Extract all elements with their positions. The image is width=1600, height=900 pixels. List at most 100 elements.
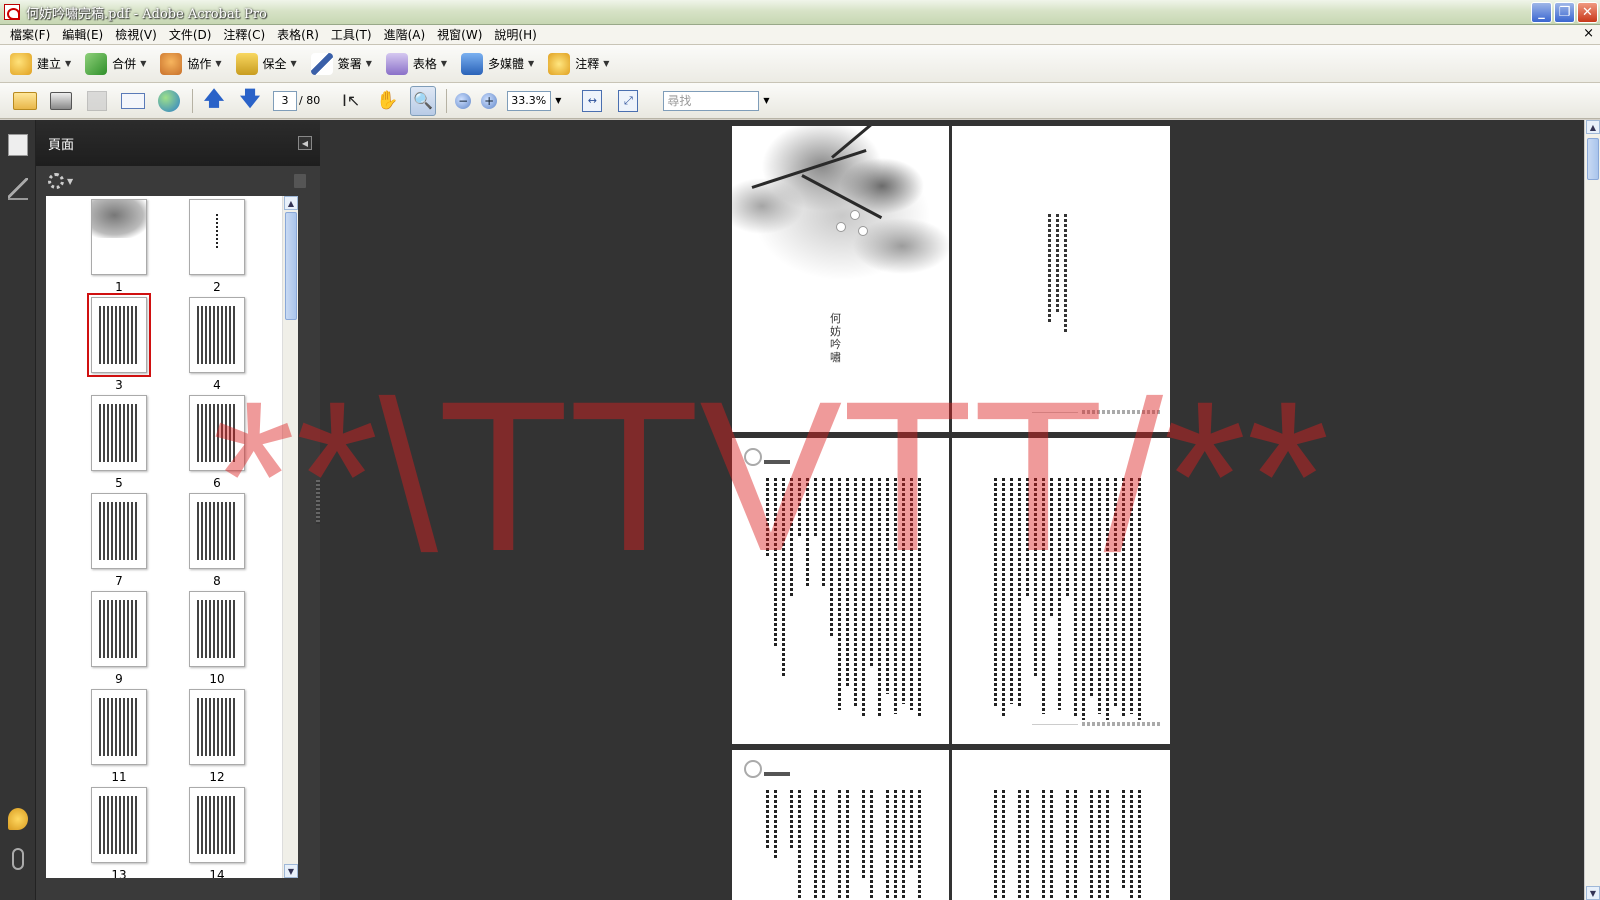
navigation-toolbar: 🡅 🡇 3 / 80 I↖ ✋ 🔍 − + 33.3% ▼ ↔ ⤢ 尋找 ▼ [0, 83, 1600, 119]
document-view[interactable]: 何妨吟嘯 [320, 120, 1584, 900]
dropdown-arrow-icon: ▼ [440, 59, 448, 68]
text-column [806, 478, 809, 588]
select-tool-button[interactable]: I↖ [338, 88, 364, 114]
zoom-in-button[interactable]: + [481, 92, 498, 109]
page-thumbnail[interactable]: 8 [168, 493, 266, 591]
menu-forms[interactable]: 表格(R) [271, 26, 325, 43]
comment-button[interactable]: 注釋 ▼ [548, 52, 609, 75]
text-column [1106, 790, 1109, 900]
combine-icon [85, 52, 108, 75]
minimize-button[interactable]: _ [1531, 2, 1552, 23]
zoom-level-input[interactable]: 33.3% [507, 90, 552, 111]
menu-bar: 檔案(F) 編輯(E) 檢視(V) 文件(D) 注釋(C) 表格(R) 工具(T… [0, 25, 1600, 45]
pages-panel: 頁面 ◀ ▼ 1 2 3 4 5 6 7 8 9 10 11 12 13 14 … [36, 120, 320, 900]
zoom-dropdown-icon[interactable]: ▼ [555, 96, 561, 105]
collaborate-button[interactable]: 協作 ▼ [160, 52, 222, 75]
upload-button[interactable] [156, 88, 182, 114]
pages-icon[interactable] [8, 134, 28, 156]
search-dropdown-icon[interactable]: ▼ [763, 96, 769, 105]
create-button[interactable]: 建立 ▼ [10, 52, 71, 75]
page-thumbnail[interactable]: 12 [168, 689, 266, 787]
page-thumbnail[interactable]: 6 [168, 395, 266, 493]
menu-advanced[interactable]: 進階(A) [378, 26, 432, 43]
scroll-up-icon[interactable]: ▲ [1586, 120, 1600, 134]
combine-button[interactable]: 合併 ▼ [85, 52, 146, 75]
page-thumbnail[interactable]: 11 [70, 689, 168, 787]
page-number-input[interactable]: 3 [273, 90, 297, 111]
previous-page-button[interactable]: 🡅 [201, 86, 227, 114]
menu-comments[interactable]: 注釋(C) [217, 26, 271, 43]
page-thumbnail[interactable]: 9 [70, 591, 168, 689]
book-title: 何妨吟嘯 [830, 312, 841, 364]
thumbnail-label: 1 [115, 280, 123, 294]
text-column [798, 790, 801, 900]
text-column [918, 790, 921, 900]
gear-icon[interactable] [48, 173, 64, 189]
scroll-down-icon[interactable]: ▼ [284, 864, 298, 878]
menu-document[interactable]: 文件(D) [163, 26, 218, 43]
scroll-up-icon[interactable]: ▲ [284, 196, 298, 210]
sign-button[interactable]: 簽署 ▼ [310, 52, 372, 75]
menu-tools[interactable]: 工具(T) [325, 26, 378, 43]
thumbnail-scrollbar[interactable]: ▲ ▼ [282, 196, 298, 878]
save-button[interactable] [84, 88, 110, 114]
fit-page-button[interactable]: ⤢ [615, 88, 641, 114]
pdf-page-text [732, 750, 949, 900]
thumbnail-label: 4 [213, 378, 221, 392]
zoom-out-button[interactable]: − [455, 92, 472, 109]
comments-icon[interactable] [8, 808, 28, 830]
secure-button[interactable]: 保全 ▼ [235, 52, 297, 75]
open-button[interactable] [12, 88, 38, 114]
pdf-page-cover: 何妨吟嘯 [732, 126, 949, 432]
text-column [854, 478, 857, 708]
fit-width-button[interactable]: ↔ [579, 88, 605, 114]
signatures-icon[interactable] [8, 178, 28, 200]
page-thumbnail[interactable]: 1 [70, 199, 168, 297]
thumbnail-label: 9 [115, 672, 123, 686]
page-thumbnail[interactable]: 13 [70, 787, 168, 878]
page-thumbnail[interactable]: 2 [168, 199, 266, 297]
thumbnail-image [91, 199, 147, 275]
trash-icon[interactable] [294, 174, 306, 188]
page-thumbnail[interactable]: 4 [168, 297, 266, 395]
print-button[interactable] [48, 88, 74, 114]
text-column [1122, 478, 1125, 718]
menu-file[interactable]: 檔案(F) [4, 26, 56, 43]
document-close-button[interactable]: × [1583, 26, 1594, 41]
page-thumbnail-selected[interactable]: 3 [70, 293, 168, 395]
text-column [1138, 790, 1141, 900]
next-page-button[interactable]: 🡇 [237, 86, 263, 114]
text-column [870, 478, 873, 668]
menu-help[interactable]: 說明(H) [488, 26, 542, 43]
hand-tool-button[interactable]: ✋ [374, 88, 400, 114]
attachment-icon[interactable] [12, 848, 24, 870]
magnifier-icon: 🔍 [410, 85, 437, 116]
text-column [1114, 478, 1117, 706]
document-scrollbar[interactable]: ▲ ▼ [1584, 120, 1600, 900]
thumbnail-label: 7 [115, 574, 123, 588]
chevron-down-icon[interactable]: ▼ [67, 177, 73, 186]
text-column [1090, 790, 1093, 900]
page-total: / 80 [299, 94, 321, 107]
page-thumbnail[interactable]: 5 [70, 395, 168, 493]
collapse-panel-button[interactable]: ◀ [298, 136, 312, 150]
marquee-zoom-button[interactable]: 🔍 [410, 85, 437, 116]
email-button[interactable] [120, 88, 146, 114]
close-button[interactable]: ✕ [1577, 2, 1598, 23]
menu-window[interactable]: 視窗(W) [431, 26, 488, 43]
forms-button[interactable]: 表格 ▼ [385, 52, 448, 75]
scrollbar-thumb[interactable] [1587, 138, 1599, 180]
scrollbar-thumb[interactable] [285, 212, 297, 320]
text-column [1082, 478, 1085, 720]
page-thumbnail[interactable]: 14 [168, 787, 266, 878]
menu-edit[interactable]: 編輯(E) [56, 26, 109, 43]
page-thumbnail[interactable]: 10 [168, 591, 266, 689]
multimedia-button[interactable]: 多媒體 ▼ [461, 52, 534, 75]
page-thumbnail[interactable]: 7 [70, 493, 168, 591]
text-column [918, 478, 921, 718]
scroll-down-icon[interactable]: ▼ [1586, 886, 1600, 900]
restore-button[interactable]: ❐ [1554, 2, 1575, 23]
search-input[interactable]: 尋找 [663, 90, 760, 111]
text-column [894, 478, 897, 714]
menu-view[interactable]: 檢視(V) [109, 26, 163, 43]
